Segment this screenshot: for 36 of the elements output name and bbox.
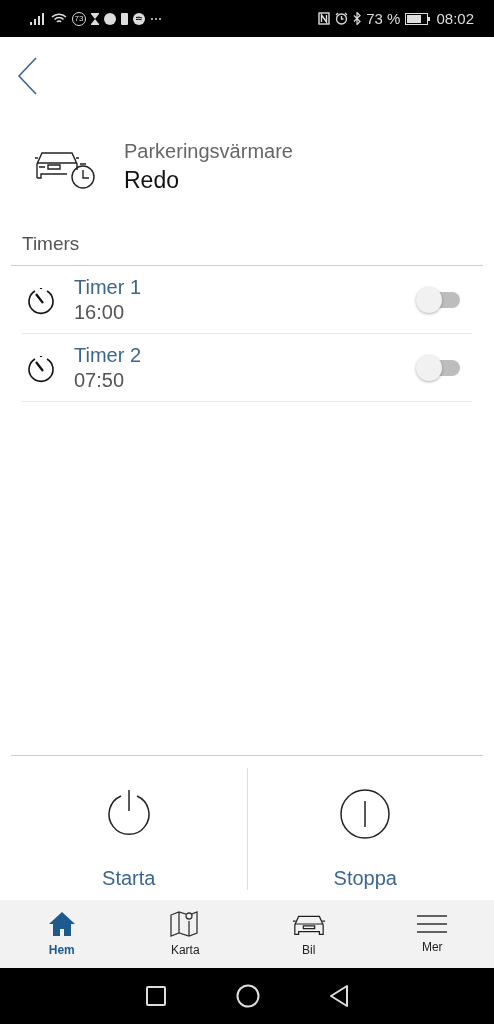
menu-icon — [416, 914, 449, 934]
wifi-icon — [51, 12, 67, 25]
app-icon — [104, 12, 116, 25]
nav-tab[interactable]: Mer — [370, 900, 494, 968]
more-icon — [150, 16, 162, 21]
music-app-icon — [133, 12, 145, 25]
hourglass-icon — [91, 12, 99, 25]
recents-icon[interactable] — [144, 985, 167, 1007]
timer-toggle[interactable] — [416, 285, 462, 314]
nav-tab[interactable]: Bil — [247, 900, 371, 968]
nav-tab[interactable]: Hem — [0, 900, 124, 968]
back-button[interactable] — [16, 56, 40, 96]
battery-percent: 73 % — [366, 10, 401, 27]
signal-icon — [30, 12, 46, 25]
nav-tab[interactable]: Karta — [123, 900, 247, 968]
timer-time: 16:00 — [74, 300, 126, 324]
bluetooth-icon — [353, 12, 362, 25]
heater-status: Redo — [124, 167, 180, 194]
home-circle-icon[interactable] — [236, 984, 260, 1008]
heater-title: Parkeringsvärmare — [124, 140, 293, 163]
timer-name: Timer 1 — [74, 275, 143, 299]
alarm-icon — [335, 12, 349, 25]
stop-icon — [339, 788, 392, 840]
timer-time: 07:50 — [74, 368, 126, 392]
back-triangle-icon[interactable] — [329, 984, 350, 1008]
home-icon — [47, 911, 76, 937]
battery-alert-icon — [121, 12, 128, 25]
start-button[interactable]: Starta — [11, 768, 247, 890]
clock-time: 08:02 — [436, 10, 474, 27]
map-pin-icon — [170, 911, 201, 937]
section-heading: Timers — [21, 232, 81, 256]
timer-name: Timer 2 — [74, 343, 143, 367]
stop-button[interactable]: Stoppa — [246, 768, 483, 890]
battery-icon — [405, 12, 432, 25]
nfc-icon — [318, 12, 331, 25]
timer-toggle[interactable] — [416, 353, 462, 382]
